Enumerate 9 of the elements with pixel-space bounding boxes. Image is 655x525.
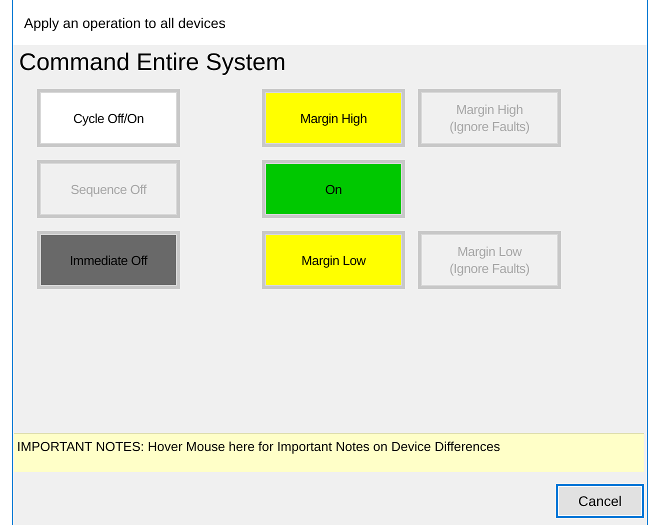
notes-bar: IMPORTANT NOTES: Hover Mouse here for Important Notes on Device Differences	[14, 433, 644, 472]
command-button[interactable]: Cycle Off/On	[37, 89, 180, 147]
command-button[interactable]: Margin Low	[262, 231, 405, 289]
command-button[interactable]: Immediate Off	[37, 231, 180, 289]
heading: Command Entire System	[19, 49, 286, 76]
command-button[interactable]: On	[262, 160, 405, 218]
cancel-button[interactable]: Cancel	[556, 484, 644, 518]
command-button[interactable]: Margin High	[262, 89, 405, 147]
window-title: Apply an operation to all devices	[24, 14, 226, 30]
